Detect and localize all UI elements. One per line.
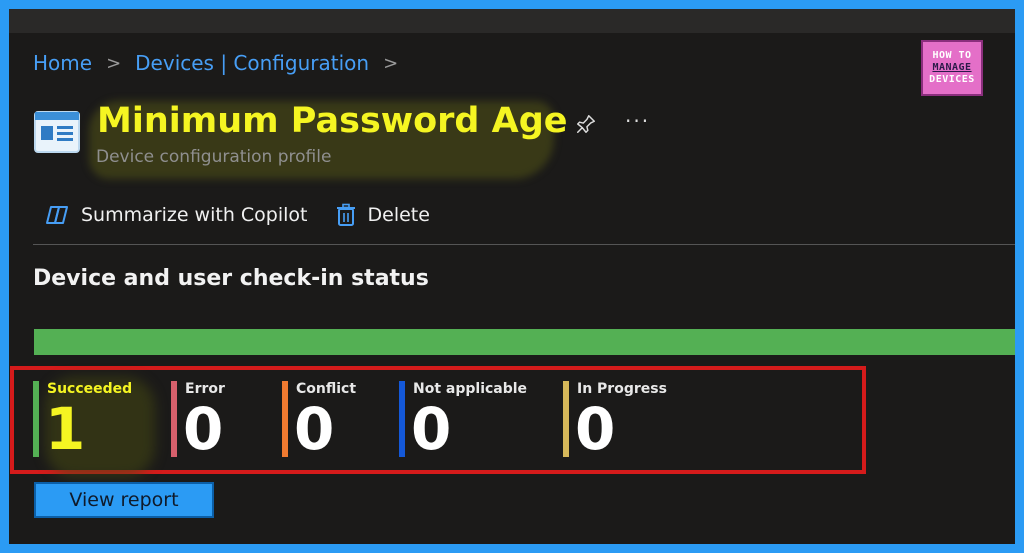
stat-value: 0 xyxy=(183,395,224,463)
checkin-status-title: Device and user check-in status xyxy=(33,266,429,291)
status-color-bar xyxy=(282,381,288,457)
breadcrumb: Home > Devices | Configuration > xyxy=(33,51,412,75)
chevron-right-icon: > xyxy=(383,52,399,74)
breadcrumb-devices-configuration[interactable]: Devices | Configuration xyxy=(135,51,369,75)
toolbar: Summarize with Copilot Delete xyxy=(45,203,458,227)
pin-icon[interactable] xyxy=(575,113,597,135)
status-color-bar xyxy=(171,381,177,457)
more-options-icon[interactable]: ··· xyxy=(625,109,650,133)
configuration-profile-icon xyxy=(34,111,80,153)
stat-value: 0 xyxy=(575,395,616,463)
main-panel: Home > Devices | Configuration > HOW TO … xyxy=(9,9,1015,544)
stat-value: 0 xyxy=(411,395,452,463)
delete-button[interactable]: Delete xyxy=(336,203,430,227)
status-color-bar xyxy=(33,381,39,457)
delete-label: Delete xyxy=(367,204,430,226)
copilot-label: Summarize with Copilot xyxy=(81,204,308,226)
page-title: Minimum Password Age xyxy=(97,101,568,141)
breadcrumb-home[interactable]: Home xyxy=(33,51,92,75)
logo-text-line2: MANAGE xyxy=(932,62,972,73)
brand-logo: HOW TO MANAGE DEVICES xyxy=(921,40,983,96)
succeeded-progress-fill xyxy=(34,329,1015,355)
stat-value: 1 xyxy=(45,395,86,463)
toolbar-divider xyxy=(33,244,1015,245)
logo-text-line1: HOW TO xyxy=(932,50,972,61)
stat-value: 0 xyxy=(294,395,335,463)
trash-icon xyxy=(336,203,356,227)
view-report-button[interactable]: View report xyxy=(34,482,214,518)
status-color-bar xyxy=(563,381,569,457)
status-color-bar xyxy=(399,381,405,457)
top-strip xyxy=(9,9,1015,33)
screenshot-frame: Home > Devices | Configuration > HOW TO … xyxy=(0,0,1024,553)
copilot-icon xyxy=(45,204,69,226)
page-subtitle: Device configuration profile xyxy=(96,147,332,167)
summarize-with-copilot-button[interactable]: Summarize with Copilot xyxy=(45,204,308,226)
checkin-progress-bar xyxy=(34,329,1015,355)
logo-text-line3: DEVICES xyxy=(929,74,975,85)
chevron-right-icon: > xyxy=(106,52,122,74)
